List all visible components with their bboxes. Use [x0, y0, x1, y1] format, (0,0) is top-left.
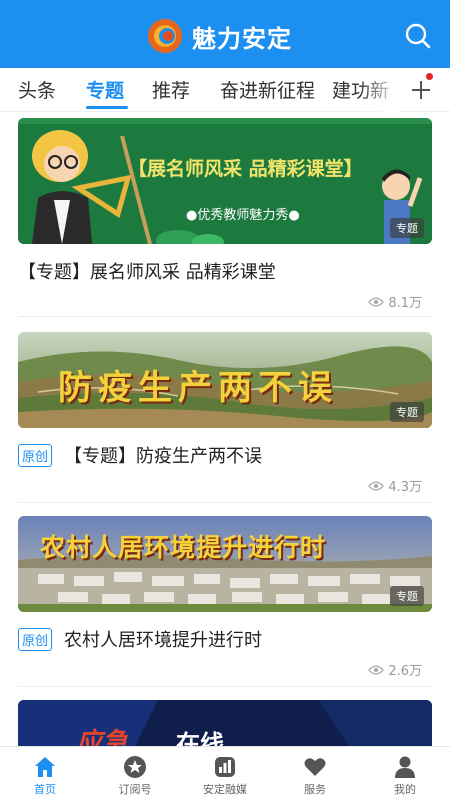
banner-headline: 【展名师风采 品精彩课堂】 — [128, 158, 363, 180]
feed-card[interactable]: 【展名师风采 品精彩课堂】 ●优秀教师魅力秀● 专题 【专题】展名师风采 品精彩… — [18, 118, 432, 318]
banner-headline-right: 在线 — [176, 730, 224, 746]
nav-label: 订阅号 — [118, 783, 152, 796]
card-title[interactable]: 【专题】展名师风采 品精彩课堂 — [18, 258, 276, 284]
view-count-value: 4.3万 — [388, 480, 422, 495]
chalkboard-illustration — [18, 118, 432, 244]
channel-tabs: 头条 专题 推荐 奋进新征程 建功新 — [0, 68, 450, 112]
eye-icon — [368, 296, 385, 307]
banner-image[interactable]: 应急 在线 — [18, 700, 432, 746]
card-divider — [18, 316, 432, 317]
eye-icon — [368, 664, 385, 675]
feed-card[interactable]: 应急 在线 — [18, 700, 432, 746]
nav-label: 首页 — [34, 783, 56, 796]
notification-dot — [426, 73, 433, 80]
card-title-row: 原创 农村人居环境提升进行时 — [18, 626, 262, 652]
card-title-row: 【专题】展名师风采 品精彩课堂 — [18, 258, 276, 284]
banner-headline: 防疫生产两不误 — [58, 368, 338, 408]
banner-image[interactable]: 防疫生产两不误 专题 — [18, 332, 432, 428]
star-badge-icon — [124, 756, 146, 778]
eye-icon — [368, 480, 385, 491]
card-title[interactable]: 农村人居环境提升进行时 — [64, 626, 262, 652]
tab-new-journey[interactable]: 奋进新征程 — [220, 76, 315, 103]
app-logo: 魅力安定 — [148, 18, 292, 54]
card-title-row: 原创 【专题】防疫生产两不误 — [18, 442, 262, 468]
view-count: 4.3万 — [368, 476, 422, 495]
search-button[interactable] — [404, 22, 432, 50]
view-count: 2.6万 — [368, 660, 422, 679]
topic-badge: 专题 — [390, 402, 424, 422]
logo-icon — [148, 19, 182, 53]
search-icon — [405, 23, 431, 49]
nav-home[interactable]: 首页 — [0, 747, 90, 800]
app-name: 魅力安定 — [192, 24, 292, 53]
nav-label: 我的 — [394, 783, 416, 796]
nav-services[interactable]: 服务 — [270, 747, 360, 800]
view-count: 8.1万 — [368, 292, 422, 311]
feed-card[interactable]: 防疫生产两不误 专题 原创 【专题】防疫生产两不误 4.3万 — [18, 332, 432, 504]
card-divider — [18, 686, 432, 687]
topic-badge: 专题 — [390, 218, 424, 238]
original-tag: 原创 — [18, 627, 53, 651]
nav-profile[interactable]: 我的 — [360, 747, 450, 800]
person-icon — [395, 756, 415, 778]
banner-headline: 农村人居环境提升进行时 — [40, 533, 327, 562]
tab-fade — [360, 68, 400, 112]
banner-image[interactable]: 农村人居环境提升进行时 专题 — [18, 516, 432, 612]
media-icon — [215, 757, 235, 777]
bottom-nav: 首页 订阅号 安定融媒 服务 我的 — [0, 746, 450, 800]
app-header: 魅力安定 — [0, 0, 450, 68]
tab-recommend[interactable]: 推荐 — [152, 76, 190, 103]
nav-subscriptions[interactable]: 订阅号 — [90, 747, 180, 800]
tab-headlines[interactable]: 头条 — [18, 76, 56, 103]
banner-image[interactable]: 【展名师风采 品精彩课堂】 ●优秀教师魅力秀● 专题 — [18, 118, 432, 244]
view-count-value: 2.6万 — [388, 664, 422, 679]
nav-label: 服务 — [304, 783, 326, 796]
feed-card[interactable]: 农村人居环境提升进行时 专题 原创 农村人居环境提升进行时 2.6万 — [18, 516, 432, 688]
original-tag: 原创 — [18, 443, 53, 467]
nav-media[interactable]: 安定融媒 — [180, 747, 270, 800]
tab-topics[interactable]: 专题 — [86, 76, 124, 103]
card-title[interactable]: 【专题】防疫生产两不误 — [64, 442, 262, 468]
banner-subheadline: ●优秀教师魅力秀● — [186, 208, 300, 223]
active-tab-indicator — [86, 106, 128, 109]
card-divider — [18, 502, 432, 503]
banner-headline-left: 应急 — [76, 728, 129, 746]
view-count-value: 8.1万 — [388, 296, 422, 311]
heart-icon — [304, 758, 326, 776]
topic-badge: 专题 — [390, 586, 424, 606]
nav-label: 安定融媒 — [203, 783, 247, 796]
home-icon — [35, 757, 55, 777]
